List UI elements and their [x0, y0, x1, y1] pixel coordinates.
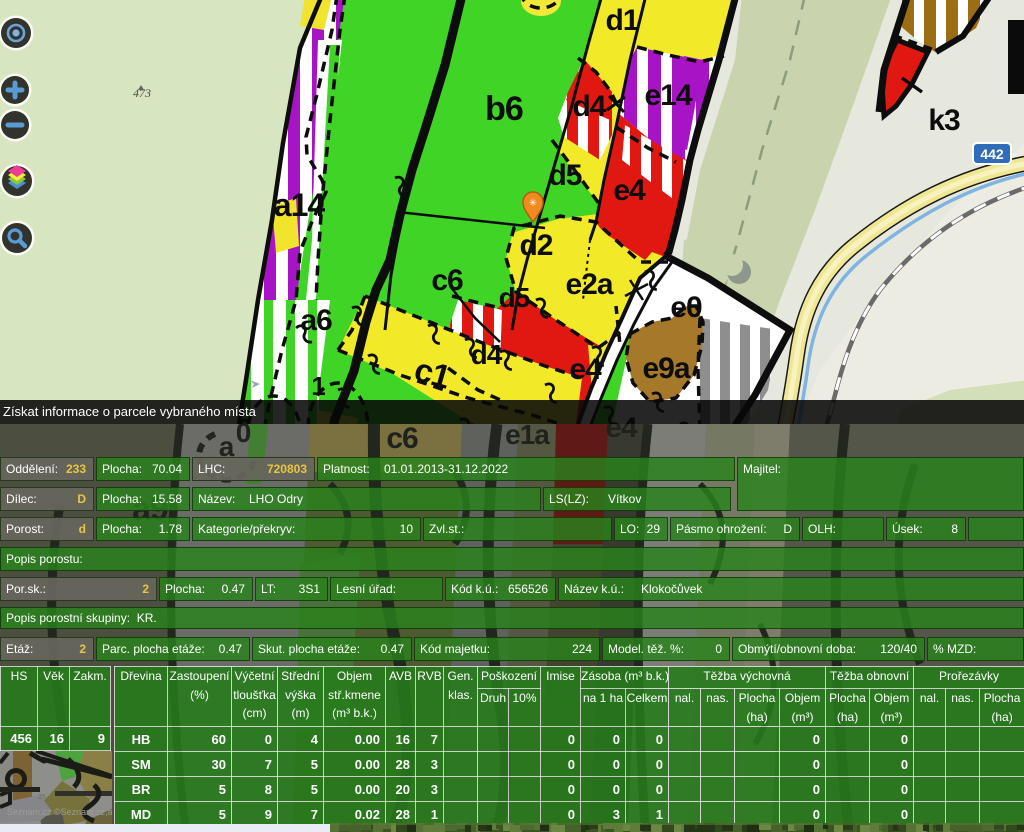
svg-text:25: 25: [38, 794, 46, 801]
svg-text:d5: d5: [499, 282, 530, 313]
svg-text:d4: d4: [572, 90, 606, 123]
svg-text:d1: d1: [605, 4, 638, 37]
svg-text:Seznam.cz ©Seznam.cz,a.s.: Seznam.cz ©Seznam.cz,a.s.: [7, 807, 112, 817]
svg-text:e2a: e2a: [565, 268, 613, 301]
svg-text:a6: a6: [300, 304, 332, 337]
svg-text:1: 1: [311, 371, 325, 401]
svg-text:d4: d4: [471, 339, 503, 370]
svg-text:e4: e4: [605, 424, 638, 444]
svg-text:c6: c6: [386, 424, 418, 455]
svg-text:✳: ✳: [529, 198, 537, 209]
svg-text:d2: d2: [519, 229, 552, 262]
svg-text:c6: c6: [431, 264, 463, 297]
svg-text:a14: a14: [274, 187, 326, 223]
svg-text:442: 442: [980, 146, 1004, 162]
svg-text:e14: e14: [644, 79, 692, 112]
svg-text:d5: d5: [548, 159, 581, 192]
svg-text:e9a: e9a: [642, 352, 690, 385]
svg-text:0: 0: [236, 424, 251, 448]
svg-text:e1a: e1a: [505, 424, 550, 450]
svg-text:473: 473: [133, 86, 151, 100]
svg-text:b6: b6: [485, 90, 523, 128]
svg-text:e4: e4: [569, 353, 602, 386]
svg-text:k3: k3: [928, 104, 960, 137]
svg-text:e0: e0: [670, 291, 702, 324]
svg-text:e4: e4: [613, 174, 646, 207]
